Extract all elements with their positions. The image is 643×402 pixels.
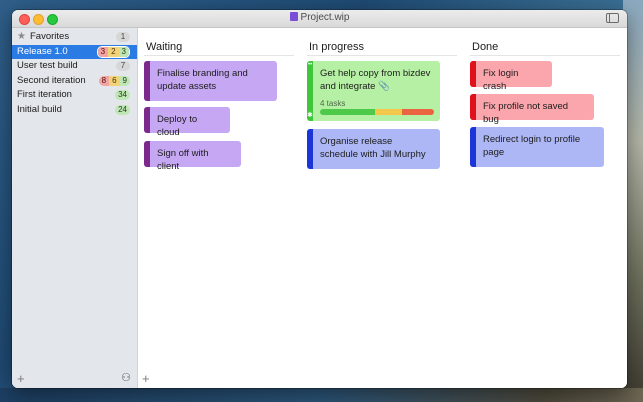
sidebar-item-label: Favorites	[30, 31, 70, 42]
sidebar-item-label: Second iteration	[17, 75, 86, 86]
sidebar-item-first-iteration[interactable]: First iteration 34	[12, 88, 137, 102]
done-count: 9	[119, 76, 130, 86]
card-color-strip	[470, 61, 476, 87]
card-title: Fix login crash	[483, 68, 519, 92]
card-color-strip	[144, 61, 150, 101]
count-badge: 1	[116, 32, 130, 42]
card-color-strip	[470, 94, 476, 120]
card-title: Deploy to cloud	[157, 114, 198, 138]
card[interactable]: Redirect login to profile page	[470, 127, 604, 167]
card[interactable]: Fix login crash	[470, 61, 552, 92]
card-color-strip	[470, 127, 476, 167]
card-color-strip	[144, 107, 150, 133]
app-window: Project.wip ★ Favorites 1 Release 1.0 3 …	[12, 10, 627, 388]
sidebar-item-favorites[interactable]: ★ Favorites 1	[12, 30, 137, 44]
card[interactable]: Finalise branding and update assets	[144, 61, 277, 101]
status-count-badge: 3 2 3	[96, 46, 130, 58]
sidebar-item-release-1-0[interactable]: Release 1.0 3 2 3	[12, 45, 137, 59]
sidebar-item-second-iteration[interactable]: Second iteration 8 6 9	[12, 74, 137, 88]
sidebar-toggle-icon[interactable]	[606, 13, 619, 23]
column-title-in-progress: In progress	[309, 41, 365, 53]
count-badge: 7	[116, 61, 130, 71]
count-badge: 24	[115, 105, 130, 115]
sidebar-item-initial-build[interactable]: Initial build 24	[12, 103, 137, 117]
count-badge: 34	[115, 90, 130, 100]
card-color-strip	[307, 129, 313, 169]
progress-segment-in-progress	[374, 109, 403, 115]
done-count: 3	[118, 47, 129, 57]
card[interactable]: Deploy to cloud	[144, 107, 230, 138]
sparkle-icon: ✱	[307, 112, 313, 119]
column-title-done: Done	[472, 41, 499, 53]
sidebar: ★ Favorites 1 Release 1.0 3 2 3 User tes…	[12, 28, 138, 388]
drag-handle-icon[interactable]: ••	[308, 62, 312, 68]
waiting-count: 8	[98, 76, 110, 86]
status-count-badge: 8 6 9	[98, 76, 130, 86]
column-divider	[144, 55, 294, 56]
card-title: Redirect login to profile page	[483, 134, 581, 158]
card-title: Fix profile not saved bug	[483, 101, 569, 125]
card-title: Organise release schedule with Jill Murp…	[320, 136, 426, 160]
progress-segment-done	[320, 109, 375, 115]
add-card-button[interactable]: +	[142, 372, 150, 385]
star-icon: ★	[17, 31, 26, 42]
sidebar-item-label: Initial build	[17, 104, 62, 115]
sidebar-item-label: Release 1.0	[17, 46, 68, 57]
column-title-waiting: Waiting	[146, 41, 183, 53]
person-icon[interactable]: ⚇	[121, 372, 131, 385]
card[interactable]: Fix profile not saved bug	[470, 94, 594, 125]
sidebar-item-label: User test build	[17, 60, 78, 71]
window-title: Project.wip	[300, 12, 350, 23]
desktop-background-bottom	[0, 388, 643, 402]
progress-segment-waiting	[402, 109, 434, 115]
card-title: Sign off with client	[157, 148, 209, 172]
in-progress-count: 2	[108, 47, 119, 57]
title-bar: Project.wip	[12, 10, 627, 28]
column-divider	[470, 55, 620, 56]
card-title: Finalise branding and update assets	[157, 68, 248, 92]
card[interactable]: Sign off with client	[144, 141, 241, 172]
document-icon	[289, 12, 298, 21]
column-divider	[307, 55, 457, 56]
waiting-count: 3	[97, 47, 109, 57]
card-title: Get help copy from bizdev and integrate	[320, 68, 431, 92]
card[interactable]: Organise release schedule with Jill Murp…	[307, 129, 440, 169]
card[interactable]: •• ✱ Get help copy from bizdev and integ…	[307, 61, 440, 121]
kanban-board: Waiting Finalise branding and update ass…	[138, 28, 627, 388]
card-color-strip	[144, 141, 150, 167]
sidebar-item-user-test-build[interactable]: User test build 7	[12, 59, 137, 73]
task-progress-bar	[320, 109, 434, 115]
in-progress-count: 6	[109, 76, 120, 86]
window-title-group: Project.wip	[12, 12, 627, 23]
sidebar-item-label: First iteration	[17, 89, 72, 100]
add-release-button[interactable]: +	[17, 372, 25, 385]
paperclip-icon: 📎	[378, 81, 390, 92]
